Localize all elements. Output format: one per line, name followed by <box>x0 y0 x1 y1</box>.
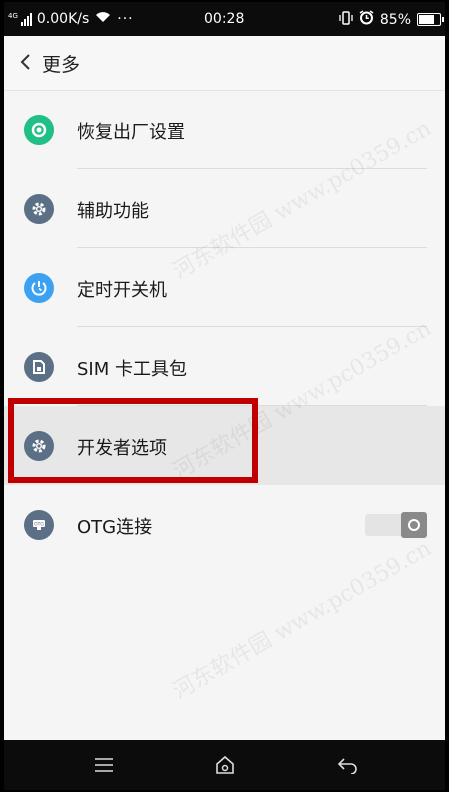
menu-button[interactable] <box>90 752 118 778</box>
list-item-developer-options[interactable]: 开发者选项 <box>4 406 445 485</box>
page-title: 更多 <box>42 54 81 76</box>
wifi-icon <box>95 11 111 27</box>
battery-percent: 85% <box>379 11 411 28</box>
list-item-label: 定时开关机 <box>77 280 167 301</box>
developer-options-icon <box>24 431 54 461</box>
svg-text:OTG: OTG <box>34 522 44 528</box>
home-icon <box>216 755 234 774</box>
sim-toolkit-icon <box>24 352 54 382</box>
network-speed: 0.00K/s <box>36 11 90 27</box>
alarm-icon <box>359 10 374 29</box>
list-item-label: SIM 卡工具包 <box>77 359 187 380</box>
list-item-factory-reset[interactable]: 恢复出厂设置 <box>4 90 445 169</box>
factory-reset-icon <box>24 115 54 145</box>
accessibility-gear-icon <box>24 194 54 224</box>
list-item-label: 辅助功能 <box>77 201 149 222</box>
menu-icon <box>95 758 113 772</box>
toggle-knob <box>401 512 427 538</box>
chevron-left-icon <box>20 54 30 70</box>
list-item-label: 恢复出厂设置 <box>77 122 185 143</box>
more-notifications-icon: ··· <box>117 11 134 27</box>
clock: 00:28 <box>204 11 245 27</box>
navigation-bar <box>4 740 445 790</box>
battery-icon <box>417 13 444 26</box>
toggle-track <box>365 514 405 536</box>
signal-icon <box>20 12 32 26</box>
otg-toggle[interactable] <box>365 512 427 538</box>
list-item-sim-toolkit[interactable]: SIM 卡工具包 <box>4 327 445 406</box>
vibrate-icon <box>339 10 353 29</box>
status-right: 85% <box>339 10 444 29</box>
otg-icon: OTG <box>24 510 54 540</box>
screen: 4G 0.00K/s ··· 00:28 85% 更多 恢复出厂设置 辅助功能 … <box>4 2 445 790</box>
back-nav-button[interactable] <box>334 752 362 778</box>
status-left: 4G 0.00K/s ··· <box>8 11 134 27</box>
list-item-label: OTG连接 <box>77 517 153 538</box>
battery-fill <box>419 15 435 24</box>
home-button[interactable] <box>211 752 239 778</box>
back-arrow-icon <box>337 758 357 774</box>
list-item-accessibility[interactable]: 辅助功能 <box>4 169 445 248</box>
app-header: 更多 <box>4 36 445 91</box>
list-item-label: 开发者选项 <box>77 438 167 459</box>
back-button[interactable] <box>14 50 38 74</box>
list-item-scheduled-power[interactable]: 定时开关机 <box>4 248 445 327</box>
settings-list: 恢复出厂设置 辅助功能 定时开关机 SIM 卡工具包 开发者选项 OTG OTG… <box>4 90 445 564</box>
list-item-otg[interactable]: OTG OTG连接 <box>4 485 445 564</box>
scheduled-power-icon <box>24 273 54 303</box>
network-type: 4G <box>8 11 18 20</box>
status-bar: 4G 0.00K/s ··· 00:28 85% <box>4 2 445 36</box>
